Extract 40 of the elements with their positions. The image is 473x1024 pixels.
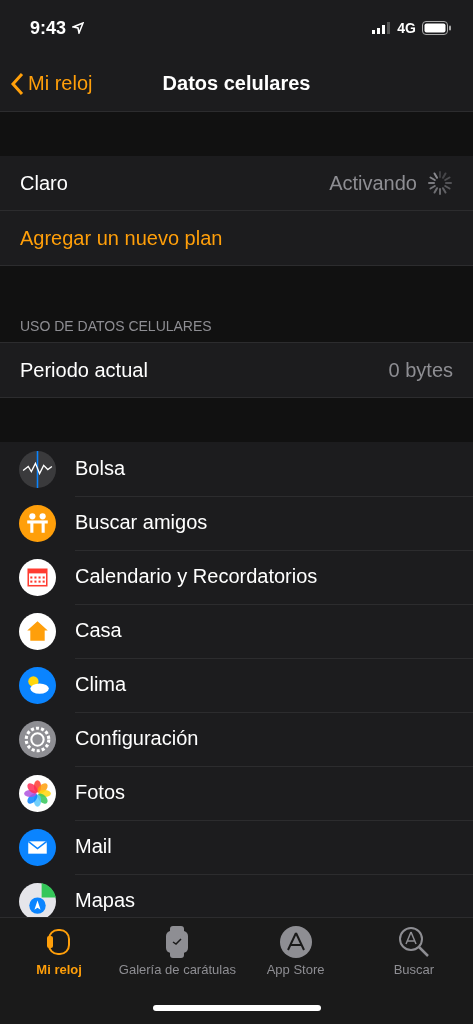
stock-chart-icon <box>19 450 56 488</box>
app-name: Bolsa <box>75 457 126 480</box>
app-name: Casa <box>75 619 122 642</box>
tab[interactable]: App Store <box>236 926 355 977</box>
map-icon <box>19 882 56 917</box>
status-time: 9:43 <box>30 17 67 39</box>
back-button[interactable]: Mi reloj <box>0 71 93 96</box>
envelope-icon <box>19 828 56 866</box>
signal-icon <box>372 22 392 34</box>
app-name: Fotos <box>75 781 126 804</box>
period-label: Periodo actual <box>20 358 148 382</box>
app-name: Clima <box>75 673 127 696</box>
app-name: Mapas <box>75 889 136 912</box>
app-name: Mail <box>75 835 112 858</box>
app-name: Configuración <box>75 727 199 750</box>
carrier-status: Activando <box>329 171 417 195</box>
flower-icon <box>19 774 56 812</box>
watch-icon <box>46 926 73 958</box>
chevron-left-icon <box>10 71 24 96</box>
carrier-name: Claro <box>20 171 68 195</box>
tab[interactable]: Mi reloj <box>0 926 119 977</box>
location-icon <box>72 22 85 34</box>
search-icon <box>397 926 430 958</box>
network-label: 4G <box>397 20 416 36</box>
house-icon <box>19 612 56 650</box>
gear-icon <box>19 720 56 758</box>
add-plan-link[interactable]: Agregar un nuevo plan <box>20 226 223 250</box>
weather-icon <box>19 666 56 704</box>
app-store-icon <box>279 926 312 958</box>
tab[interactable]: Buscar <box>354 926 473 977</box>
battery-icon <box>422 21 451 35</box>
tab[interactable]: Galería de carátulas <box>118 926 237 977</box>
app-name: Calendario y Recordatorios <box>75 565 318 588</box>
period-value: 0 bytes <box>388 358 453 382</box>
section-header: USO DE DATOS CELULARES <box>20 318 212 334</box>
screen-title: Datos celulares <box>162 72 311 95</box>
calendar-icon <box>19 558 56 596</box>
people-icon <box>19 504 56 542</box>
app-name: Buscar amigos <box>75 511 208 534</box>
watch-icon <box>164 926 191 958</box>
